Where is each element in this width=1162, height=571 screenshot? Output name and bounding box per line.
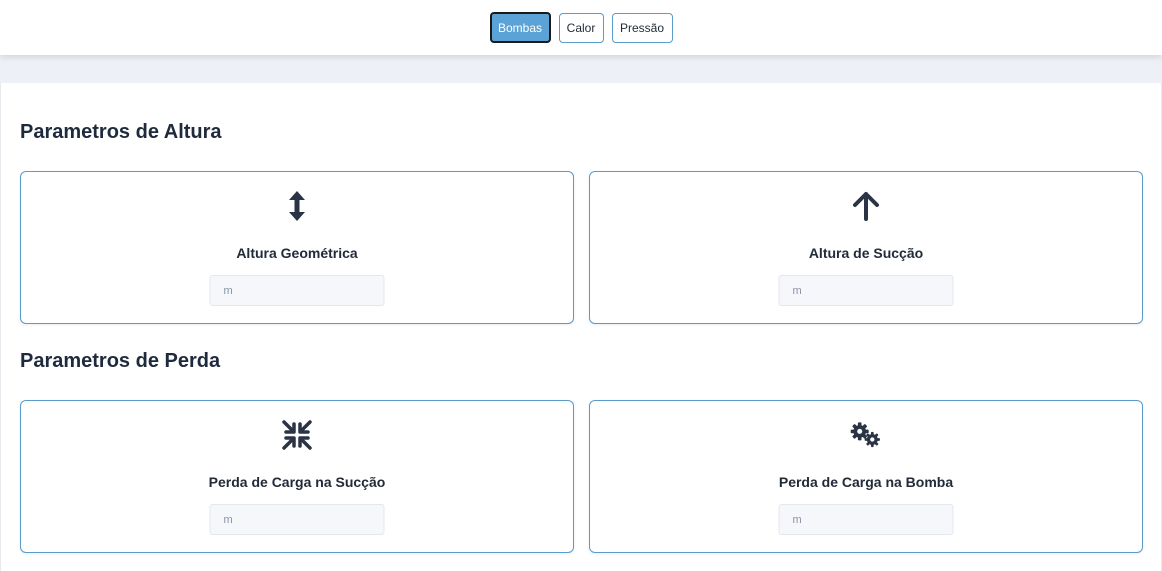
top-navigation: Bombas Calor Pressão xyxy=(0,0,1162,55)
tab-bombas[interactable]: Bombas xyxy=(489,12,551,43)
altura-geometrica-input[interactable] xyxy=(209,275,385,306)
card-perda-bomba: Perda de Carga na Bomba xyxy=(589,400,1143,553)
perda-bomba-input[interactable] xyxy=(778,504,954,535)
tab-pressao[interactable]: Pressão xyxy=(611,12,673,43)
up-arrow-icon xyxy=(848,188,884,224)
tab-calor[interactable]: Calor xyxy=(558,12,604,43)
gears-icon xyxy=(848,417,884,453)
header-band xyxy=(0,55,1162,83)
main-panel: Parametros de Altura Altura Geométrica A… xyxy=(0,83,1162,571)
section-title-perda: Parametros de Perda xyxy=(20,350,221,372)
card-label: Altura Geométrica xyxy=(236,245,358,261)
up-down-arrow-icon xyxy=(279,188,315,224)
card-label: Altura de Sucção xyxy=(808,245,924,261)
altura-succao-input[interactable] xyxy=(778,275,954,306)
card-altura-geometrica: Altura Geométrica xyxy=(20,171,574,324)
card-label: Perda de Carga na Sucção xyxy=(208,474,386,490)
card-altura-succao: Altura de Sucção xyxy=(589,171,1143,324)
card-label: Perda de Carga na Bomba xyxy=(778,474,954,490)
perda-succao-input[interactable] xyxy=(209,504,385,535)
card-perda-succao: Perda de Carga na Sucção xyxy=(20,400,574,553)
section-title-altura: Parametros de Altura xyxy=(20,121,222,143)
compress-icon xyxy=(279,417,315,453)
